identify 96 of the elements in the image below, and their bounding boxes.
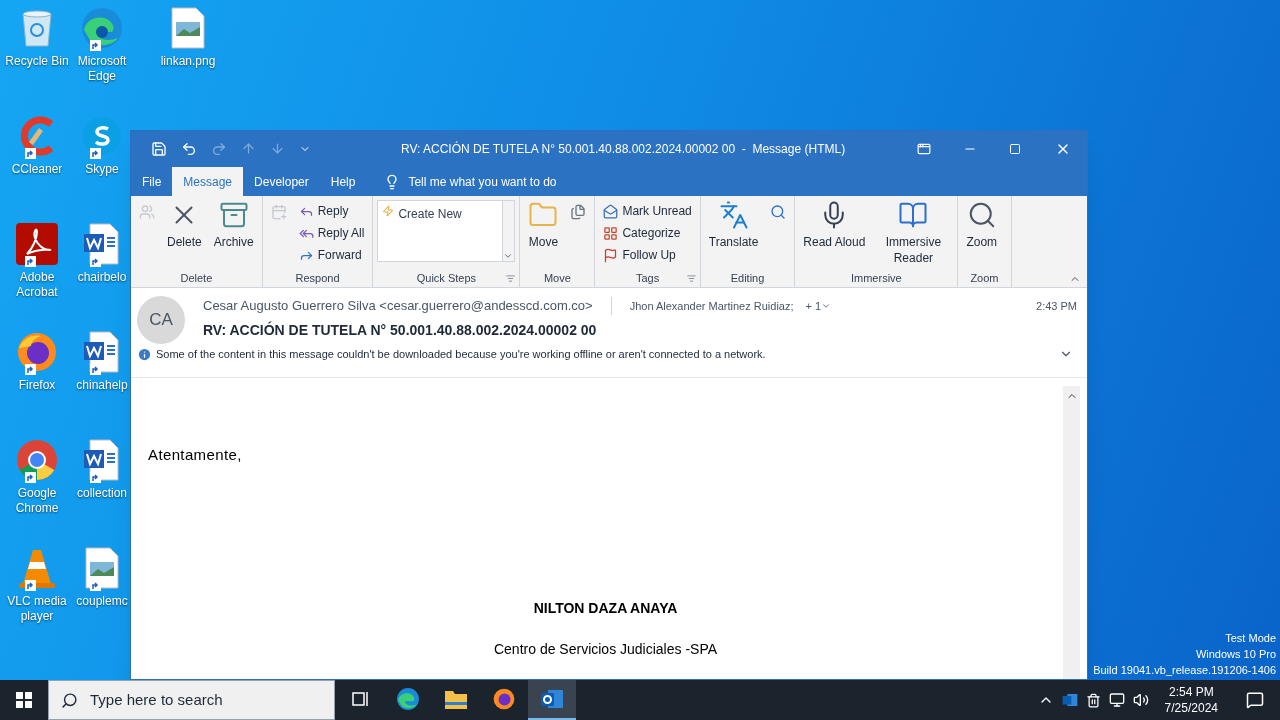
ribbon-icon	[270, 204, 287, 220]
signature-organization: Centro de Servicios Judiciales -SPA	[493, 639, 718, 659]
offline-notice: Some of the content in this message couldn't be downloaded because you're working offline or aren't connected to a network.	[156, 347, 766, 362]
ribbon-button[interactable]: Categorize	[599, 222, 696, 244]
ribbon-button[interactable]: Zoom	[962, 196, 1002, 250]
taskbar-app[interactable]	[528, 680, 576, 720]
received-time: 2:43 PM	[1036, 298, 1077, 314]
ribbon-tab[interactable]: Developer	[243, 167, 320, 196]
shortcut-arrow-icon	[25, 364, 36, 375]
ribbon-tab[interactable]: Message	[172, 167, 244, 196]
firefox-icon	[492, 687, 516, 711]
lightning-icon	[382, 205, 395, 217]
info-icon	[137, 346, 152, 362]
ribbon-group-label: Quick Steps	[415, 270, 478, 286]
edge-icon	[80, 6, 124, 50]
task-view-icon	[350, 689, 370, 709]
ribbon-button[interactable]: Forward	[294, 244, 369, 266]
clock-date: 7/25/2024	[1164, 700, 1218, 716]
ribbon-group-label: Move	[542, 270, 572, 286]
ribbon-icon	[898, 200, 929, 230]
ribbon-icon	[218, 200, 249, 230]
quick-step-label: Create New	[398, 206, 462, 223]
system-watermark-text: Test Mode	[1225, 631, 1276, 646]
folder-icon	[444, 688, 468, 710]
shortcut-arrow-icon	[90, 472, 101, 483]
recipient-name[interactable]: Jhon Alexander Martinez Ruidiaz;	[629, 297, 794, 314]
ribbon-icon	[718, 200, 749, 230]
sender-avatar: CA	[137, 296, 185, 344]
closing-text: Atentamente,	[148, 445, 243, 465]
edge-icon	[396, 687, 420, 711]
maximize-icon[interactable]	[1009, 142, 1021, 155]
ribbon-button[interactable]: Read Aloud	[799, 196, 870, 250]
more-recipients[interactable]: + 1	[805, 297, 822, 314]
ribbon-button[interactable]: Reply	[294, 200, 369, 222]
notifications-icon[interactable]	[1246, 691, 1264, 709]
ribbon-button[interactable]: Mark Unread	[599, 200, 696, 222]
save-icon[interactable]	[151, 140, 167, 157]
outlook-tray-icon[interactable]	[1061, 692, 1078, 708]
message-subject: RV: ACCIÓN DE TUTELA N° 50.001.40.88.002.2024.00002 00	[203, 320, 598, 340]
quick-steps-gallery[interactable]: Create New	[377, 200, 516, 262]
scrollbar[interactable]	[1063, 386, 1080, 679]
network-icon[interactable]	[1108, 692, 1125, 708]
ribbon-group-label: Editing	[729, 270, 766, 286]
ribbon-button[interactable]: Delete	[163, 196, 206, 250]
clock[interactable]: 2:54 PM 7/25/2024	[1156, 684, 1226, 716]
windows-logo-icon	[16, 692, 32, 708]
ribbon-button[interactable]: Reply All	[294, 222, 369, 244]
outlook-icon	[540, 687, 564, 711]
shortcut-arrow-icon	[25, 148, 36, 159]
volume-icon[interactable]	[1132, 692, 1149, 708]
ribbon-button[interactable]: Follow Up	[599, 244, 696, 266]
ribbon-group-label: Delete	[179, 270, 214, 286]
taskbar-search-field[interactable]: Type here to search	[48, 680, 335, 720]
ribbon-group-label: Zoom	[969, 270, 1000, 286]
ribbon-icon	[139, 204, 155, 220]
ribbon-tab[interactable]: File	[131, 167, 173, 196]
window-title: RV: ACCIÓN DE TUTELA N° 50.001.40.88.002.2024.00002 00 - Message (HTML)	[401, 140, 847, 158]
more-icon	[503, 251, 514, 261]
dialog-launcher-icon[interactable]	[506, 273, 516, 283]
firefox-icon	[15, 330, 59, 374]
shortcut-arrow-icon	[90, 364, 101, 375]
shortcut-arrow-icon	[25, 580, 36, 591]
system-watermark-text: Build 19041.vb_release.191206-1406	[1093, 663, 1276, 678]
gallery-scrollbar[interactable]	[502, 201, 515, 261]
shortcut-arrow-icon	[90, 256, 101, 267]
shortcut-arrow-icon	[90, 40, 101, 51]
ribbon-display-icon[interactable]	[917, 141, 931, 156]
ribbon-group-label: Immersive	[850, 270, 903, 286]
pdf-icon	[15, 222, 59, 266]
ribbon-button[interactable]: Translate	[704, 196, 763, 250]
signature-name: NILTON DAZA ANAYA	[533, 598, 678, 618]
ribbon-button[interactable]: Immersive Reader	[873, 196, 954, 266]
ribbon-icon	[603, 203, 619, 219]
shortcut-arrow-icon	[90, 580, 101, 591]
ribbon-button[interactable]: Archive	[209, 196, 258, 250]
chrome-icon	[15, 438, 59, 482]
ribbon-icon	[570, 204, 587, 220]
system-watermark-text: Windows 10 Pro	[1195, 647, 1276, 662]
ribbon-icon	[603, 247, 619, 263]
dialog-launcher-icon[interactable]	[686, 273, 696, 283]
ribbon-group-label: Tags	[634, 270, 661, 286]
skype-icon	[80, 114, 124, 158]
sender-address[interactable]: Cesar Augusto Guerrero Silva <cesar.guerrero@andesscd.com.co>	[203, 296, 593, 316]
shortcut-arrow-icon	[90, 148, 101, 159]
search-icon	[61, 691, 78, 709]
tell-me-field[interactable]: Tell me what you want to do	[408, 172, 557, 191]
ribbon-group-label: Respond	[294, 270, 341, 286]
search-placeholder: Type here to search	[90, 689, 223, 710]
ribbon-tab[interactable]: Help	[319, 167, 367, 196]
ribbon-icon	[603, 225, 619, 241]
ribbon-icon	[770, 204, 787, 220]
shortcut-arrow-icon	[25, 472, 36, 483]
shortcut-arrow-icon	[25, 256, 36, 267]
clock-time: 2:54 PM	[1168, 684, 1214, 700]
ribbon-button[interactable]: Move	[524, 196, 563, 250]
undo-icon[interactable]	[181, 140, 197, 157]
